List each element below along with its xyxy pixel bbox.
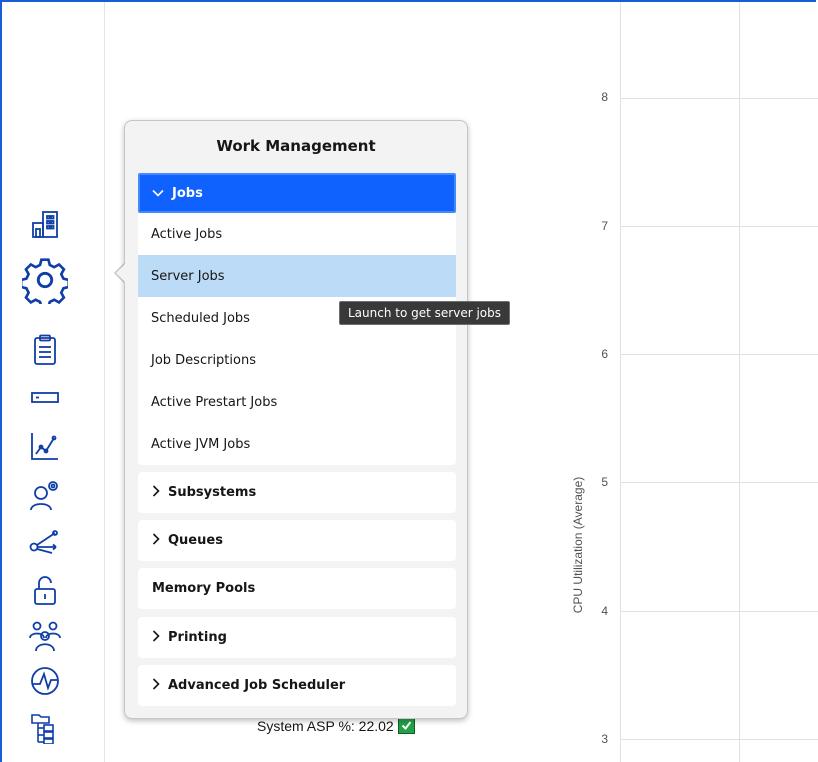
queues-label: Queues (168, 533, 223, 548)
jobs-section-label: Jobs (172, 185, 203, 201)
system-asp-status: System ASP %: 22.02 (257, 717, 415, 734)
performance-icon[interactable] (22, 665, 68, 697)
chevron-right-icon (152, 484, 160, 501)
grid-line (620, 611, 818, 612)
y-tick-label: 5 (601, 475, 608, 489)
building-icon[interactable] (22, 209, 68, 239)
advanced-job-scheduler-label: Advanced Job Scheduler (168, 678, 346, 693)
server-icon[interactable] (22, 390, 68, 406)
clipboard-icon[interactable] (22, 334, 68, 366)
tooltip: Launch to get server jobs (339, 301, 510, 325)
advanced-job-scheduler-section[interactable]: Advanced Job Scheduler (138, 665, 456, 706)
y-tick-label: 7 (601, 219, 608, 233)
memory-pools-label: Memory Pools (152, 581, 256, 596)
work-management-popover: Work Management Jobs Active Jobs Server … (124, 120, 468, 719)
menu-item-active-jobs[interactable]: Active Jobs (138, 213, 456, 255)
grid-line (620, 98, 818, 99)
y-tick-label: 3 (601, 732, 608, 746)
chevron-down-icon (152, 186, 164, 201)
menu-item-job-descriptions[interactable]: Job Descriptions (138, 339, 456, 381)
sidebar-divider (104, 2, 105, 762)
grid-line (620, 482, 818, 483)
system-asp-text: System ASP %: 22.02 (257, 717, 394, 734)
jobs-list: Active Jobs Server Jobs Scheduled Jobs J… (138, 213, 456, 465)
unlock-icon[interactable] (22, 575, 68, 607)
printing-section[interactable]: Printing (138, 617, 456, 658)
line-chart-icon[interactable] (22, 430, 68, 462)
popover-arrow-inner (116, 263, 126, 283)
grid-line (620, 354, 818, 355)
gear-icon[interactable] (22, 256, 68, 304)
queues-section[interactable]: Queues (138, 520, 456, 561)
menu-item-server-jobs[interactable]: Server Jobs (138, 255, 456, 297)
network-icon[interactable] (22, 525, 68, 555)
menu-item-active-jvm-jobs[interactable]: Active JVM Jobs (138, 423, 456, 465)
grid-line (620, 739, 818, 740)
grid-line (620, 226, 818, 227)
memory-pools-section[interactable]: Memory Pools (138, 568, 456, 609)
check-icon (397, 717, 415, 734)
y-tick-label: 6 (601, 347, 608, 361)
menu-item-active-prestart-jobs[interactable]: Active Prestart Jobs (138, 381, 456, 423)
user-group-icon[interactable] (22, 620, 68, 652)
subsystems-section[interactable]: Subsystems (138, 472, 456, 513)
chevron-right-icon (152, 532, 160, 549)
popover-title: Work Management (216, 137, 376, 155)
subsystems-label: Subsystems (168, 485, 257, 500)
y-tick-label: 8 (601, 90, 608, 104)
grid-line (620, 2, 621, 762)
y-axis-label: CPU Utilization (Average) (571, 476, 585, 614)
tree-view-icon[interactable] (22, 712, 68, 744)
printing-label: Printing (168, 630, 227, 645)
chevron-right-icon (152, 629, 160, 646)
chevron-right-icon (152, 677, 160, 694)
grid-line (739, 2, 740, 762)
jobs-section-header[interactable]: Jobs (138, 173, 456, 213)
y-tick-label: 4 (601, 604, 608, 618)
user-settings-icon[interactable] (22, 478, 68, 512)
